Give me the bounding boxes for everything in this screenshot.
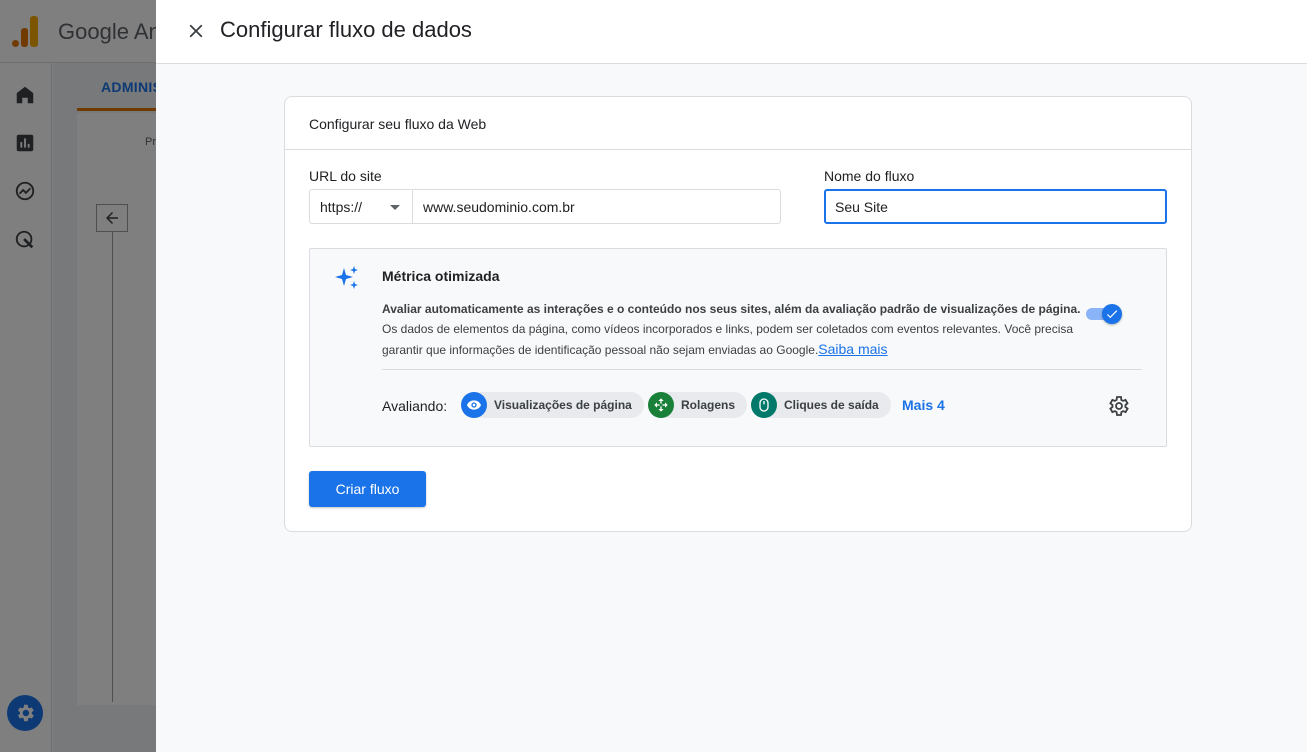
protocol-value: https:// — [320, 198, 363, 215]
move-arrows-icon — [648, 392, 674, 418]
enhanced-measurement-toggle[interactable] — [1086, 303, 1124, 325]
chip-label: Visualizações de página — [494, 398, 632, 412]
more-events-link[interactable]: Mais 4 — [902, 397, 945, 413]
sparkle-icon — [335, 266, 358, 289]
website-url-input[interactable] — [412, 189, 781, 224]
chip-outbound-clicks[interactable]: Cliques de saída — [751, 392, 891, 418]
card-title: Configurar seu fluxo da Web — [309, 116, 487, 132]
eye-icon — [461, 392, 487, 418]
url-label: URL do site — [309, 168, 382, 184]
protocol-select[interactable]: https:// — [309, 189, 413, 224]
close-icon — [189, 24, 203, 38]
toggle-knob — [1102, 304, 1122, 324]
mouse-icon — [751, 392, 777, 418]
web-stream-card: Configurar seu fluxo da Web URL do site … — [284, 96, 1192, 532]
measuring-label: Avaliando: — [382, 398, 448, 414]
chip-page-views[interactable]: Visualizações de página — [461, 392, 644, 418]
description-bold: Avaliar automaticamente as interações e … — [382, 302, 1081, 316]
stream-name-label: Nome do fluxo — [824, 168, 915, 184]
settings-gear-icon[interactable] — [1106, 394, 1130, 418]
dialog-title: Configurar fluxo de dados — [220, 17, 472, 42]
description-rest: Os dados de elementos da página, como ví… — [382, 322, 1074, 357]
enhanced-measurement-description: Avaliar automaticamente as interações e … — [382, 299, 1082, 360]
chip-label: Rolagens — [681, 398, 736, 412]
chip-scrolls[interactable]: Rolagens — [648, 392, 748, 418]
dialog-header: Configurar fluxo de dados — [156, 0, 1307, 64]
create-stream-button[interactable]: Criar fluxo — [309, 471, 426, 507]
section-divider — [382, 369, 1142, 370]
dropdown-caret-icon — [390, 205, 400, 210]
stream-name-input[interactable] — [824, 189, 1167, 224]
card-header: Configurar seu fluxo da Web — [285, 97, 1191, 150]
configure-stream-dialog: Configurar fluxo de dados Configurar seu… — [156, 0, 1307, 752]
check-icon — [1106, 310, 1118, 319]
enhanced-measurement-title: Métrica otimizada — [382, 268, 500, 284]
learn-more-link[interactable]: Saiba mais — [818, 341, 887, 357]
enhanced-measurement-section: Métrica otimizada Avaliar automaticament… — [309, 248, 1167, 447]
close-button[interactable] — [182, 17, 210, 45]
chip-label: Cliques de saída — [784, 398, 879, 412]
